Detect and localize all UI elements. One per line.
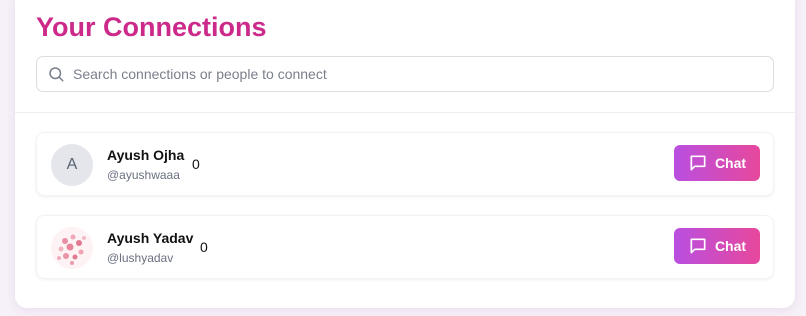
search-input[interactable] xyxy=(73,66,753,82)
message-square-icon xyxy=(688,153,708,173)
connection-username: @lushyadav xyxy=(107,251,174,265)
chat-button[interactable]: Chat xyxy=(674,228,760,264)
chat-button-label: Chat xyxy=(714,238,747,254)
avatar-initial: A xyxy=(66,156,78,173)
page-title: Your Connections xyxy=(36,12,267,42)
chat-button-label: Chat xyxy=(714,155,747,171)
avatar: A xyxy=(51,144,93,186)
connections-card: Your Connections A Ayush Ojha @ayushwaaa… xyxy=(15,0,795,308)
avatar xyxy=(51,227,93,269)
search-box[interactable] xyxy=(36,56,774,92)
divider xyxy=(15,112,795,113)
connection-count: 0 xyxy=(200,239,208,255)
connection-row: A Ayush Ojha @ayushwaaa 0 Chat xyxy=(36,132,774,196)
connection-row: Ayush Yadav @lushyadav 0 Chat xyxy=(36,215,774,279)
connection-count: 0 xyxy=(192,156,200,172)
avatar-image xyxy=(51,227,93,269)
connection-name: Ayush Yadav xyxy=(107,230,194,246)
connection-name: Ayush Ojha xyxy=(107,147,185,163)
chat-button[interactable]: Chat xyxy=(674,145,760,181)
connection-username: @ayushwaaa xyxy=(107,168,180,182)
message-square-icon xyxy=(688,236,708,256)
search-icon xyxy=(47,65,65,83)
